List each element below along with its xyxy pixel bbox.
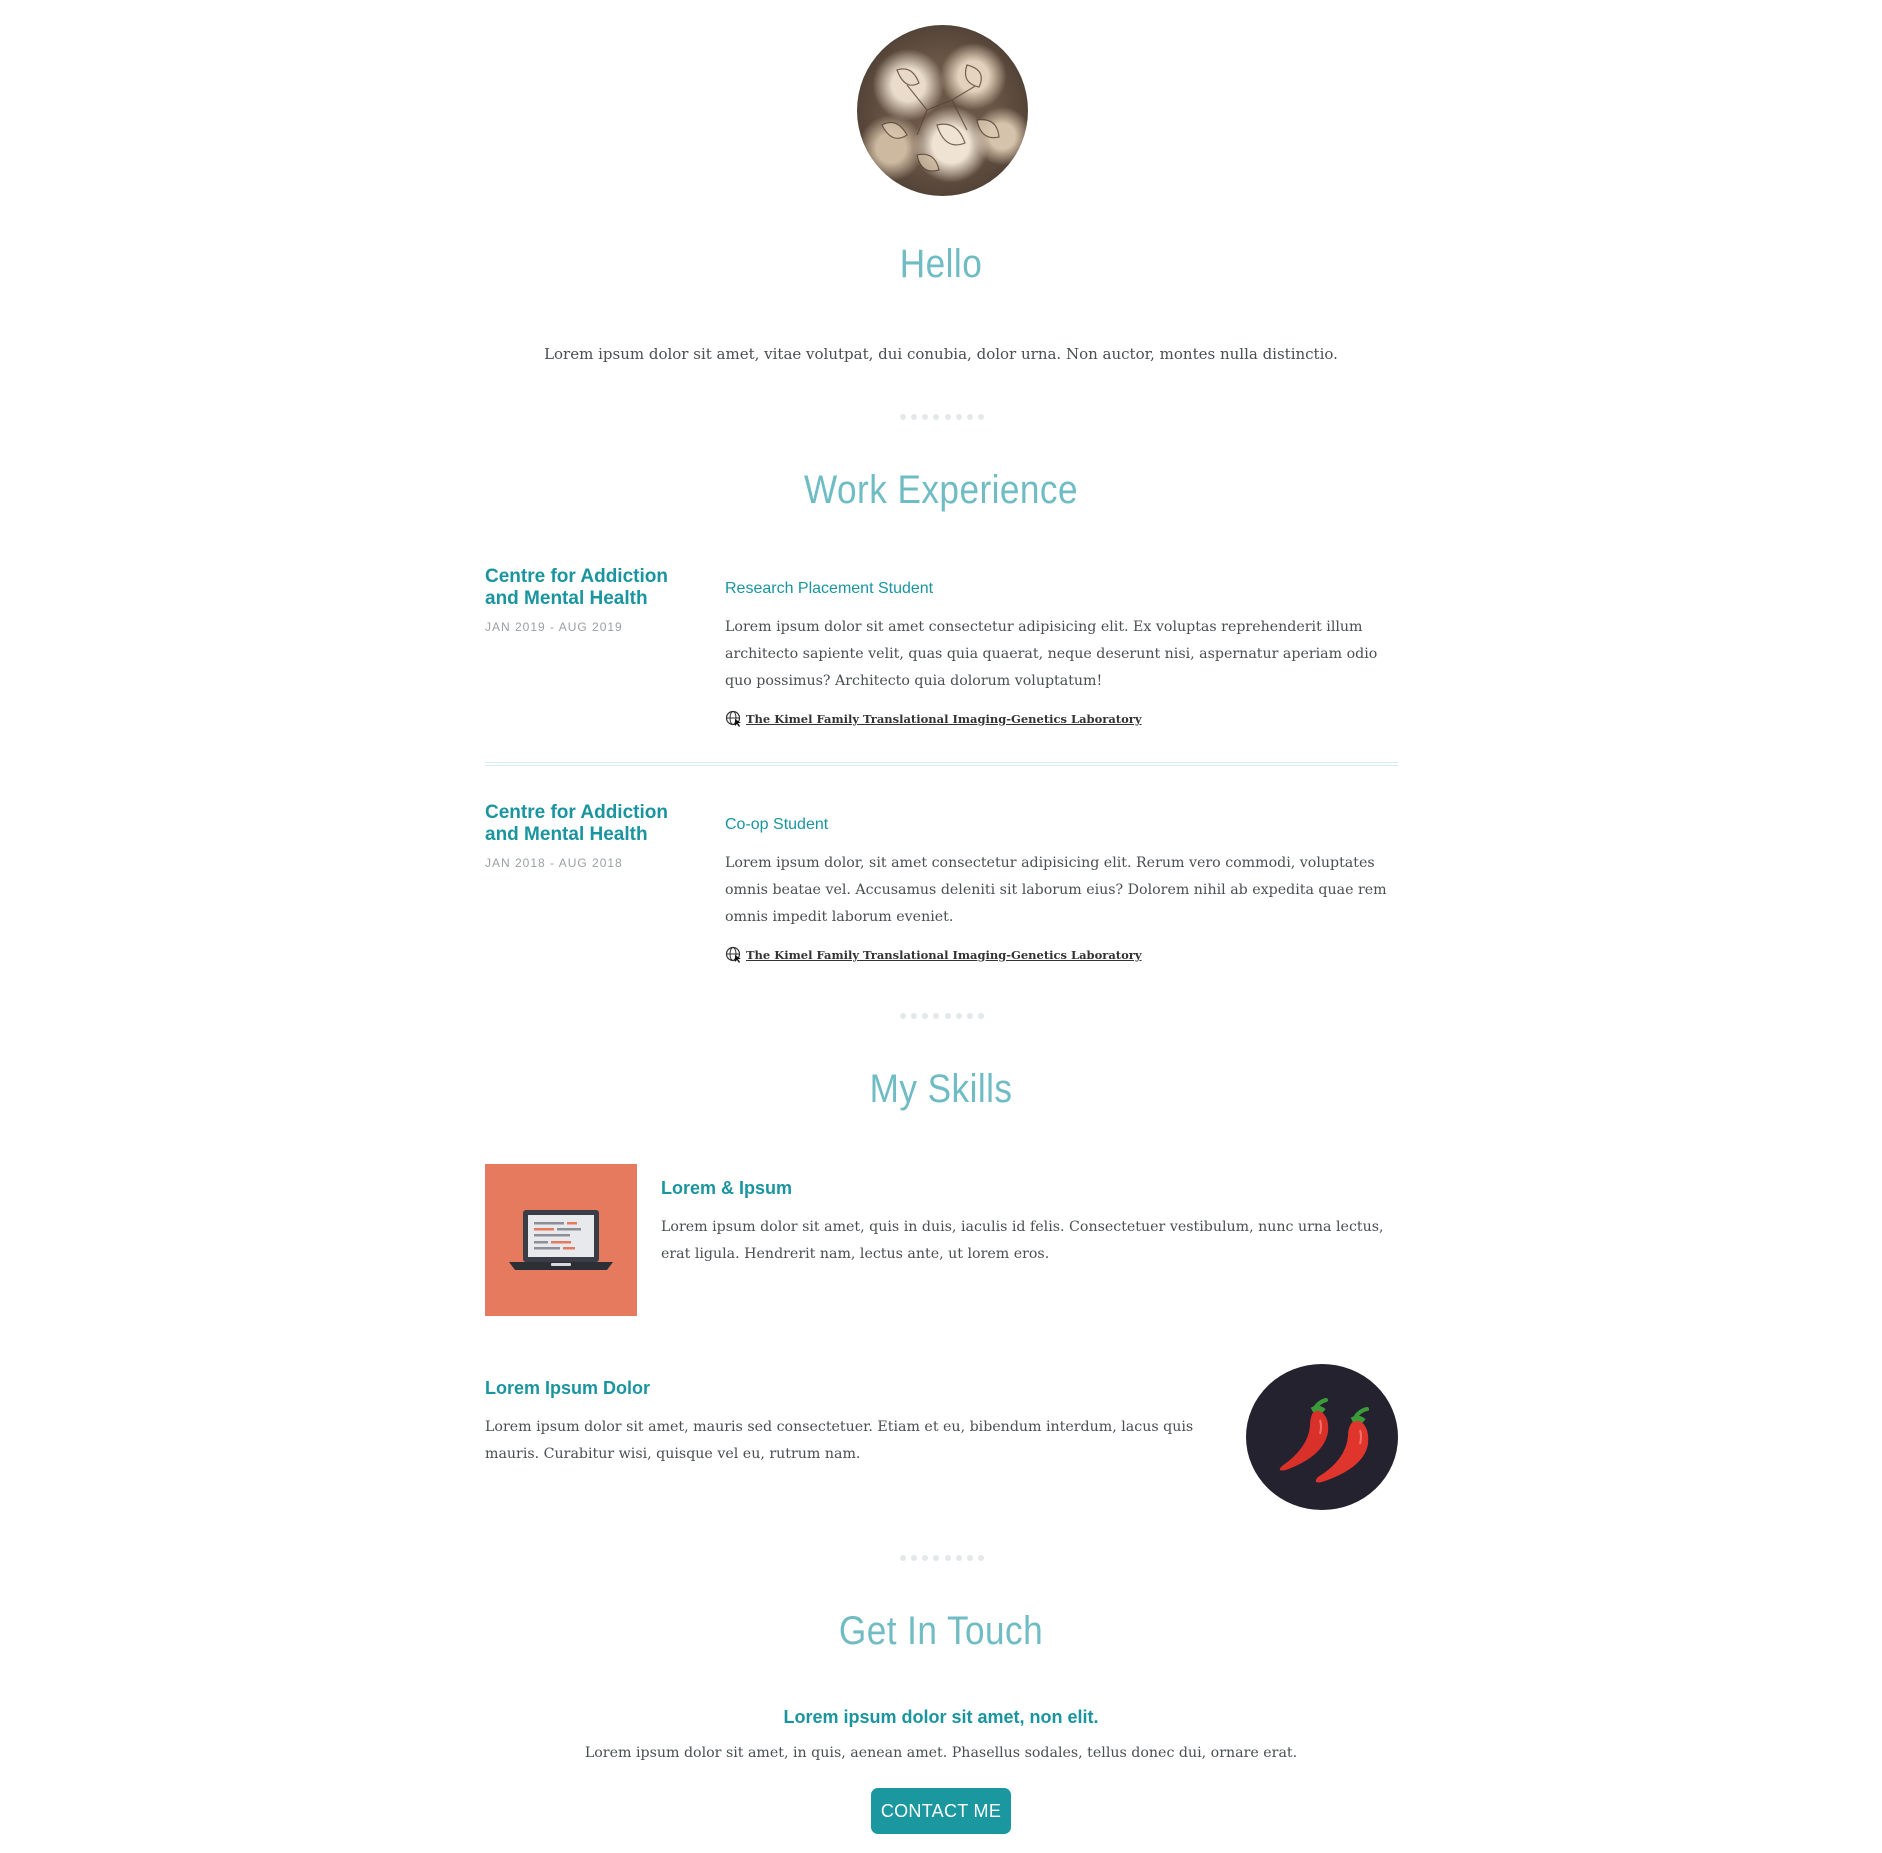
job-company: Centre for Addiction and Mental Health [485,566,668,609]
work-title: Work Experience [804,468,1078,512]
section-separator [900,1013,984,1021]
skill-description: Lorem ipsum dolor sit amet, quis in duis… [661,1219,1384,1262]
skill-description: Lorem ipsum dolor sit amet, mauris sed c… [485,1419,1194,1462]
job-company: Centre for Addiction and Mental Health [485,802,668,845]
job-lab-link-text: The Kimel Family Translational Imaging-G… [746,947,1142,962]
job-lab-link[interactable]: The Kimel Family Translational Imaging-G… [725,946,1142,963]
dried-flower-icon [881,64,1000,172]
job-divider [485,762,1398,766]
job-description: Lorem ipsum dolor sit amet consectetur a… [725,619,1378,689]
globe-cursor-icon [725,710,741,727]
job-lab-link[interactable]: The Kimel Family Translational Imaging-G… [725,710,1142,727]
contact-subtitle: Lorem ipsum dolor sit amet, non elit. [783,1707,1099,1727]
job-dates: JAN 2018 - AUG 2018 [485,856,623,870]
contact-me-button[interactable]: CONTACT ME [871,1788,1011,1834]
job-lab-link-text: The Kimel Family Translational Imaging-G… [746,711,1142,726]
skills-title: My Skills [869,1067,1013,1111]
job-dates: JAN 2019 - AUG 2019 [485,620,623,634]
profile-avatar [857,25,1028,196]
contact-title: Get In Touch [838,1609,1044,1653]
skill-image-laptop [485,1164,637,1316]
section-separator [900,1555,984,1563]
hello-text: Lorem ipsum dolor sit amet, vitae volutp… [544,345,1338,363]
job-role: Research Placement Student [725,580,934,597]
hello-title: Hello [899,242,983,286]
section-separator [900,414,984,422]
skill-image-peppers [1246,1364,1398,1510]
skill-title: Lorem Ipsum Dolor [485,1378,651,1398]
skill-title: Lorem & Ipsum [661,1178,793,1198]
globe-cursor-icon [725,946,741,963]
job-description: Lorem ipsum dolor, sit amet consectetur … [725,855,1387,925]
job-role: Co-op Student [725,816,829,833]
contact-text: Lorem ipsum dolor sit amet, in quis, aen… [584,1745,1298,1761]
laptop-icon [509,1210,613,1270]
chili-peppers-icon [1279,1398,1369,1483]
